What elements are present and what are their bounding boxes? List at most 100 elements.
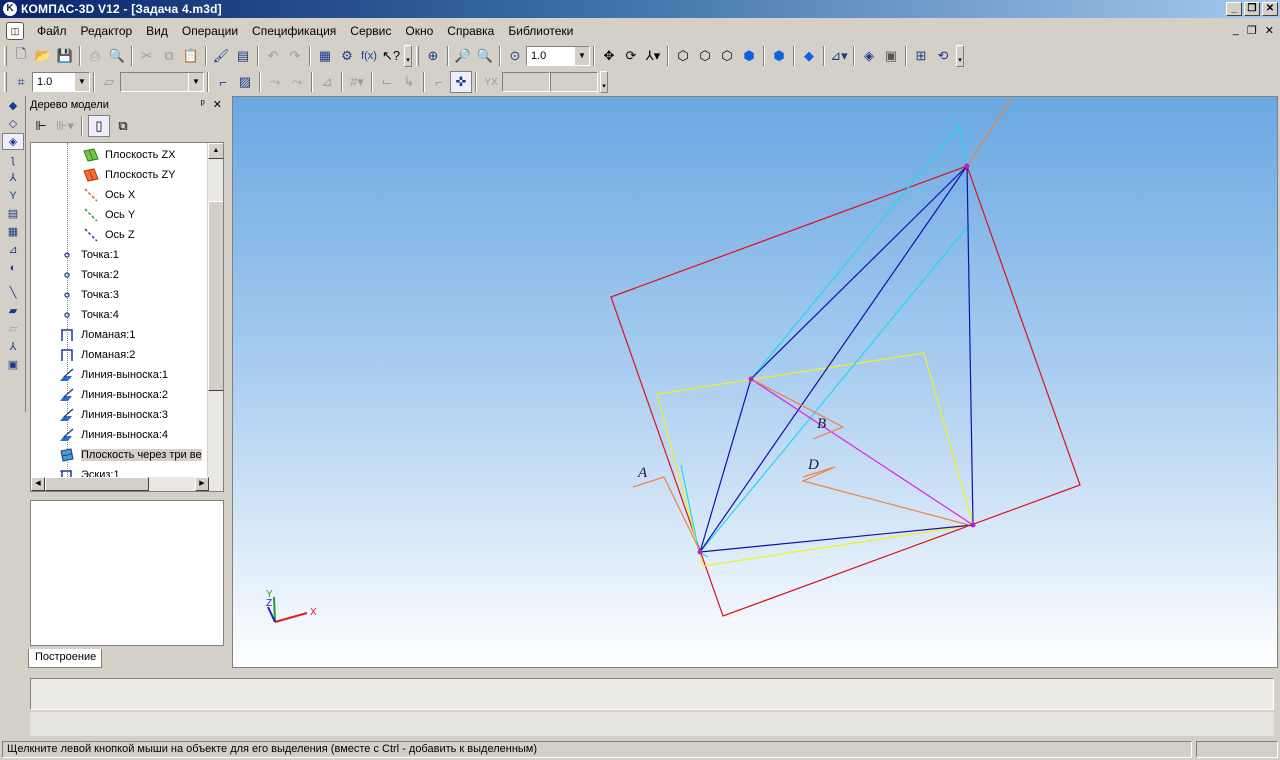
doc-restore-icon[interactable]: ❐ xyxy=(1247,24,1257,37)
orthogonal-icon[interactable]: ⊿ xyxy=(316,71,338,93)
model-viewport[interactable]: A B D X Y Z xyxy=(232,96,1278,668)
axes-tool-icon[interactable]: ⅄ xyxy=(2,338,24,355)
tree-filter-icon[interactable]: ⊪▾ xyxy=(54,115,76,137)
close-icon[interactable]: ✕ xyxy=(213,98,222,111)
pin-icon[interactable]: ᵖ xyxy=(201,98,205,111)
leader-orange-top[interactable] xyxy=(968,98,1012,164)
minimize-button[interactable]: _ xyxy=(1226,2,1242,16)
perspective-icon[interactable]: ◆ xyxy=(798,45,820,67)
constraints-icon[interactable]: ⤳ xyxy=(286,71,308,93)
coordinate-x-field[interactable] xyxy=(502,72,550,92)
spatial-curves-icon[interactable]: ◇ xyxy=(2,115,24,132)
chevron-down-icon[interactable]: ▼ xyxy=(574,47,589,65)
edge-cyan-polyline[interactable] xyxy=(750,124,968,380)
tree-item[interactable]: Плоскость ZX xyxy=(83,145,176,165)
menu-editor[interactable]: Редактор xyxy=(74,24,140,38)
line-tool-icon[interactable]: ╲ xyxy=(2,284,24,301)
zoom-out-icon[interactable]: 🔍 xyxy=(474,45,496,67)
tree-item[interactable]: Ось X xyxy=(83,185,135,205)
toolbar-grip[interactable] xyxy=(4,46,7,66)
toolbar-overflow-icon[interactable]: ▾ xyxy=(404,45,412,67)
section-icon[interactable]: ◈ xyxy=(858,45,880,67)
grid-step-icon[interactable]: ⌗ xyxy=(10,71,32,93)
catalog-icon[interactable]: ⊞ xyxy=(910,45,932,67)
edge-cyan-line[interactable] xyxy=(699,224,970,553)
leader-line-d[interactable] xyxy=(801,466,970,526)
toolbar-overflow-icon[interactable]: ▾ xyxy=(600,71,608,93)
tree-item[interactable]: Линия-выноска:3 xyxy=(59,405,168,425)
print-preview-icon[interactable]: 🔍 xyxy=(106,45,128,67)
doc-close-icon[interactable]: ✕ xyxy=(1265,24,1274,37)
tree-horizontal-scrollbar[interactable]: ◀ ▶ xyxy=(31,477,223,491)
orientation-icon[interactable]: ⅄▾ xyxy=(642,45,664,67)
coordinate-y-field[interactable] xyxy=(550,72,598,92)
shaded-icon[interactable]: ⬢ xyxy=(738,45,760,67)
vertex-point[interactable] xyxy=(748,376,754,382)
scroll-right-icon[interactable]: ▶ xyxy=(195,477,209,491)
vertex-point[interactable] xyxy=(964,163,970,169)
measure-icon[interactable]: ⊿ xyxy=(2,241,24,258)
edge-magenta[interactable] xyxy=(750,378,974,526)
filter-icon[interactable]: ⊿▾ xyxy=(828,45,850,67)
zoom-window-icon[interactable]: ⊕ xyxy=(422,45,444,67)
toolbar-grip[interactable] xyxy=(4,72,7,92)
document-menu-icon[interactable]: ◫ xyxy=(6,22,24,40)
layer-icon[interactable]: ▱ xyxy=(98,71,120,93)
grid-icon[interactable]: #▾ xyxy=(346,71,368,93)
sketch-mode-icon[interactable]: ⌐ xyxy=(212,71,234,93)
edge-blue-5[interactable] xyxy=(699,378,752,553)
doc-minimize-icon[interactable]: _ xyxy=(1233,24,1239,37)
tree-item[interactable]: Линия-выноска:4 xyxy=(59,425,168,445)
model-drawing[interactable]: A B D X Y Z xyxy=(233,97,1278,668)
redo-icon[interactable]: ↷ xyxy=(284,45,306,67)
paste-icon[interactable]: 📋 xyxy=(180,45,202,67)
tree-relations-icon[interactable]: ⧉ xyxy=(112,115,134,137)
menu-file[interactable]: Файл xyxy=(30,24,74,38)
pan-icon[interactable]: ✥ xyxy=(598,45,620,67)
menu-help[interactable]: Справка xyxy=(440,24,501,38)
tab-construction[interactable]: Построение xyxy=(28,649,102,668)
close-button[interactable]: ✕ xyxy=(1262,2,1278,16)
menu-operations[interactable]: Операции xyxy=(175,24,245,38)
shaded-edges-icon[interactable]: ⬢ xyxy=(768,45,790,67)
chevron-down-icon[interactable]: ▼ xyxy=(188,73,203,91)
local-cs-icon[interactable]: ⌙ xyxy=(376,71,398,93)
ortho-mode-icon[interactable]: ⌐ xyxy=(428,71,450,93)
vertex-point[interactable] xyxy=(697,549,703,555)
save-icon[interactable]: 💾 xyxy=(54,45,76,67)
toolbar-overflow-icon[interactable]: ▾ xyxy=(956,45,964,67)
edit-details-icon[interactable]: ◆ xyxy=(2,97,24,114)
refresh-icon[interactable]: ⟲ xyxy=(932,45,954,67)
sketch-tools-icon[interactable]: ⅄ xyxy=(2,169,24,186)
macro-tool-icon[interactable]: ▣ xyxy=(2,356,24,373)
open-icon[interactable]: 📂 xyxy=(32,45,54,67)
tree-item[interactable]: Плоскость ZY xyxy=(83,165,176,185)
tree-item[interactable]: Ломаная:1 xyxy=(59,325,135,345)
auxiliary-geometry-icon[interactable]: ◈ xyxy=(2,133,24,150)
tree-view-icon[interactable]: ▯ xyxy=(88,115,110,137)
tree-item[interactable]: Ломаная:2 xyxy=(59,345,135,365)
help-pointer-icon[interactable]: ↖? xyxy=(380,45,402,67)
menu-window[interactable]: Окно xyxy=(398,24,440,38)
edge-blue-4[interactable] xyxy=(699,524,974,553)
properties-brush-icon[interactable]: 🖌 xyxy=(210,45,232,67)
rotate-icon[interactable]: ⟳ xyxy=(620,45,642,67)
zoom-scale-icon[interactable]: ⊙ xyxy=(504,45,526,67)
hidden-lines-icon[interactable]: ⬡ xyxy=(694,45,716,67)
specification-icon[interactable]: ▤ xyxy=(2,205,24,222)
menu-view[interactable]: Вид xyxy=(139,24,175,38)
local-cs-axis-icon[interactable]: ↳ xyxy=(398,71,420,93)
tree-vertical-scrollbar[interactable]: ▲ xyxy=(207,143,223,479)
new-document-icon[interactable]: 🗋 xyxy=(10,45,32,67)
zoom-combo[interactable]: 1.0 ▼ xyxy=(526,46,590,66)
tree-item[interactable]: Ось Z xyxy=(83,225,135,245)
coordinates-icon[interactable]: YX xyxy=(480,71,502,93)
curves-icon[interactable]: ʅ xyxy=(2,151,24,168)
tree-item[interactable]: Линия-выноска:2 xyxy=(59,385,168,405)
menu-specification[interactable]: Спецификация xyxy=(245,24,343,38)
edge-blue-2[interactable] xyxy=(750,165,968,380)
manager-icon[interactable]: ▦ xyxy=(314,45,336,67)
wireframe-icon[interactable]: ⬡ xyxy=(672,45,694,67)
scroll-left-icon[interactable]: ◀ xyxy=(31,477,45,491)
cut-icon[interactable]: ✂ xyxy=(136,45,158,67)
